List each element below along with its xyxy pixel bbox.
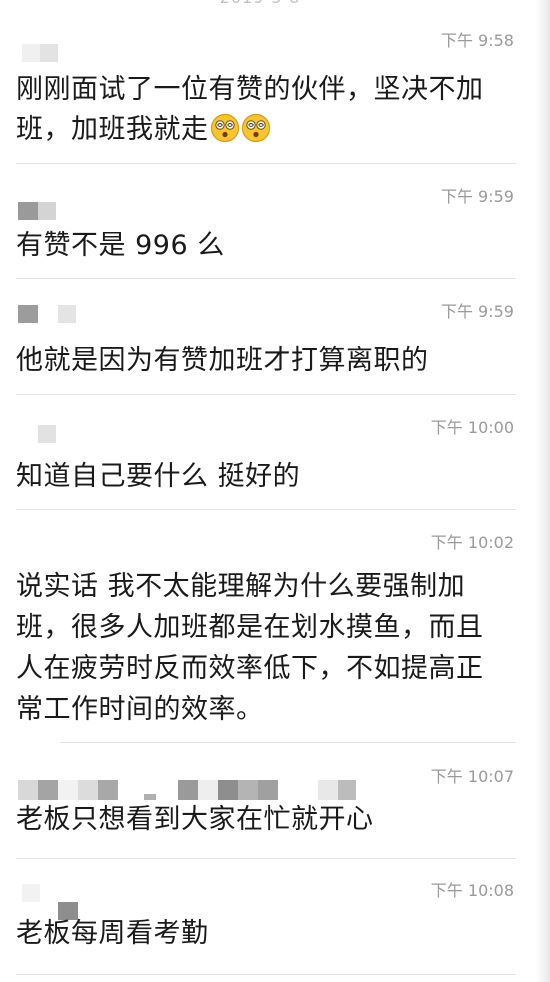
message-text: 老板每周看考勤 <box>16 918 209 949</box>
message-time: 下午 9:59 <box>440 302 514 321</box>
dizzy-face-emoji-icon <box>241 113 270 143</box>
message-divider <box>16 509 516 510</box>
message-text: 说实话 我不太能理解为什么要强制加班，很多人加班都是在划水摸鱼，而且人在疲劳时反… <box>16 571 484 725</box>
message-divider <box>16 858 516 859</box>
dizzy-face-emoji-icon <box>210 113 239 143</box>
chat-message[interactable]: 下午 10:00 知道自己要什么 挺好的 <box>0 413 536 509</box>
chat-message[interactable]: 下午 10:07 老板只想看到大家在忙就开心 <box>0 762 536 858</box>
sender-name-pixelated <box>18 536 418 560</box>
chat-message[interactable]: 下午 10:08 老板每周看考勤 <box>0 876 536 972</box>
message-time: 下午 10:00 <box>430 418 514 437</box>
page-edge-shadow <box>536 0 550 982</box>
message-divider <box>16 974 516 975</box>
chat-message[interactable]: 下午 9:59 他就是因为有赞加班才打算离职的 <box>0 297 536 393</box>
message-divider <box>60 742 516 743</box>
sender-name-pixelated <box>18 421 418 445</box>
message-time: 下午 9:58 <box>440 31 514 50</box>
message-time: 下午 10:08 <box>430 881 514 900</box>
sender-name-pixelated <box>18 305 418 329</box>
sender-name-pixelated <box>18 190 418 220</box>
message-divider <box>16 278 516 279</box>
date-header: 2019-3-8 <box>0 0 520 8</box>
message-text: 他就是因为有赞加班才打算离职的 <box>16 345 429 376</box>
chat-message[interactable]: 下午 9:59 有赞不是 996 么 <box>0 182 536 278</box>
message-text: 知道自己要什么 挺好的 <box>16 461 301 492</box>
message-time: 下午 9:59 <box>440 187 514 206</box>
message-time: 下午 10:02 <box>430 533 514 552</box>
message-text: 刚刚面试了一位有赞的伙伴，坚决不加班，加班我就走 <box>16 74 484 145</box>
chat-log: 2019-3-8 下午 9:58 刚刚面试了一位有赞的伙伴，坚决不加班，加班我就… <box>0 0 550 982</box>
message-text: 老板只想看到大家在忙就开心 <box>16 804 374 835</box>
sender-name-pixelated <box>18 770 418 800</box>
chat-message[interactable]: 下午 10:02 说实话 我不太能理解为什么要强制加班，很多人加班都是在划水摸鱼… <box>0 528 536 742</box>
sender-name-pixelated <box>18 884 418 920</box>
sender-name-pixelated <box>18 34 418 62</box>
chat-message[interactable]: 下午 9:58 刚刚面试了一位有赞的伙伴，坚决不加班，加班我就走 <box>0 26 536 164</box>
message-divider <box>16 163 516 164</box>
message-divider <box>16 394 516 395</box>
message-time: 下午 10:07 <box>430 767 514 786</box>
message-text: 有赞不是 996 么 <box>16 230 225 261</box>
